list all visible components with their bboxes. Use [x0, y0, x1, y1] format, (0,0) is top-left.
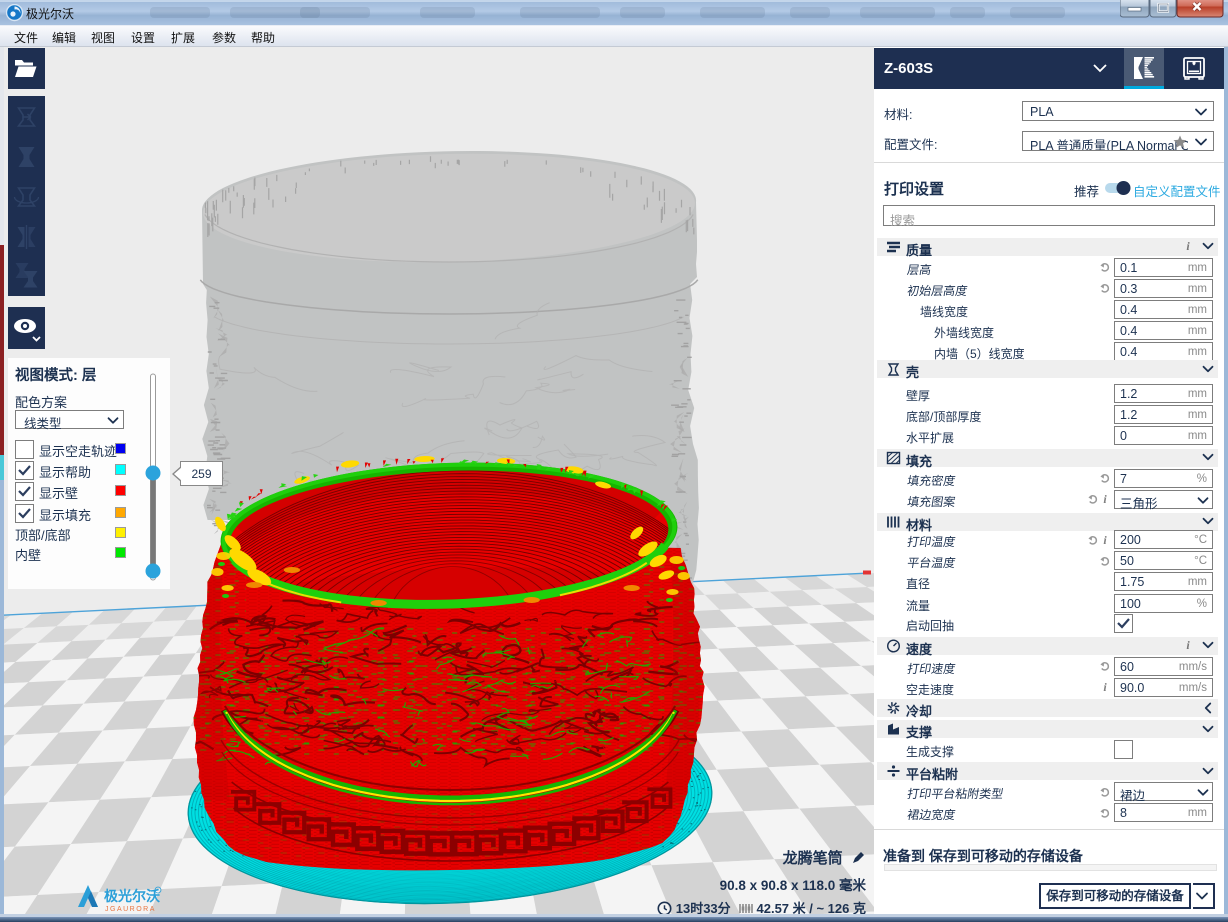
svg-text:i: i [1103, 533, 1107, 547]
svg-text:i: i [1103, 680, 1107, 694]
svg-text:极光尔沃: 极光尔沃 [104, 888, 160, 904]
svg-text:i: i [1103, 492, 1107, 506]
svg-text:JGAURORA: JGAURORA [105, 906, 156, 913]
svg-text:i: i [1186, 638, 1190, 652]
svg-text:i: i [1186, 239, 1190, 253]
